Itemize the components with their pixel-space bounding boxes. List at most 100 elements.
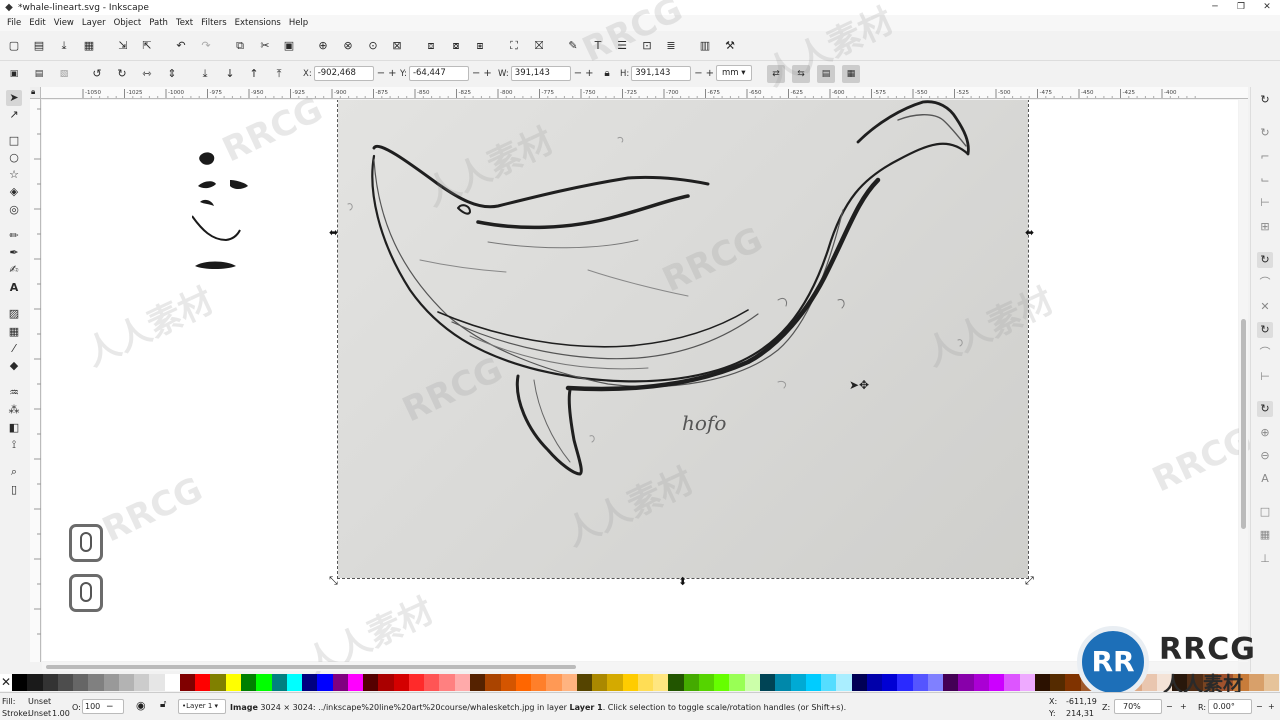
opacity-input[interactable]: 100 bbox=[82, 699, 124, 714]
zoom-tool-icon[interactable]: ⌕ bbox=[6, 464, 22, 480]
snap-object-centers-icon[interactable]: ⊕ bbox=[1257, 425, 1273, 441]
tweak-tool-icon[interactable]: ♒ bbox=[6, 385, 22, 401]
color-swatch[interactable] bbox=[637, 674, 654, 691]
xml-editor-icon[interactable]: ⊡ bbox=[639, 38, 655, 54]
h-increment[interactable]: + bbox=[706, 68, 714, 79]
color-swatch[interactable] bbox=[240, 674, 257, 691]
snap-intersections-icon[interactable]: ✕ bbox=[1257, 299, 1273, 315]
color-swatch[interactable] bbox=[469, 674, 486, 691]
select-original-icon[interactable]: ⧆ bbox=[472, 38, 488, 54]
color-swatch[interactable] bbox=[531, 674, 547, 691]
color-swatch[interactable] bbox=[973, 674, 989, 691]
color-swatch[interactable] bbox=[1050, 674, 1066, 691]
color-swatch[interactable] bbox=[210, 674, 226, 691]
ungroup-icon[interactable]: ⛝ bbox=[531, 38, 547, 54]
color-swatch[interactable] bbox=[12, 674, 28, 691]
rectangle-tool-icon[interactable]: □ bbox=[6, 133, 22, 149]
x-input[interactable]: -902,468 bbox=[313, 66, 374, 81]
color-swatch[interactable] bbox=[1019, 674, 1035, 691]
color-swatch[interactable] bbox=[805, 674, 822, 691]
new-document-icon[interactable]: ▢ bbox=[6, 38, 22, 54]
w-increment[interactable]: + bbox=[585, 68, 593, 79]
color-swatch[interactable] bbox=[851, 674, 867, 691]
mesh-tool-icon[interactable]: ▦ bbox=[6, 324, 22, 340]
eraser-tool-icon[interactable]: ◧ bbox=[6, 420, 22, 436]
vertical-scroll-thumb[interactable] bbox=[1241, 319, 1246, 529]
star-tool-icon[interactable]: ☆ bbox=[6, 167, 22, 183]
color-swatch[interactable] bbox=[485, 674, 501, 691]
menu-help[interactable]: Help bbox=[285, 15, 312, 31]
color-swatch[interactable] bbox=[332, 674, 348, 691]
snap-bbox-corners-icon[interactable]: ⌙ bbox=[1257, 172, 1273, 188]
mouth-shape[interactable] bbox=[200, 199, 214, 206]
color-swatch[interactable] bbox=[347, 674, 364, 691]
menu-extensions[interactable]: Extensions bbox=[231, 15, 285, 31]
spiral-tool-icon[interactable]: ◎ bbox=[6, 202, 22, 218]
menu-layer[interactable]: Layer bbox=[78, 15, 110, 31]
color-swatch[interactable] bbox=[439, 674, 455, 691]
color-swatch[interactable] bbox=[607, 674, 623, 691]
snap-rotation-centers-icon[interactable]: ⊖ bbox=[1257, 448, 1273, 464]
snap-paths-icon[interactable]: ⌒ bbox=[1257, 275, 1273, 291]
horizontal-ruler[interactable]: -1050 -1025 -1000 -975 -950 -925 -900 -875 -850 -… bbox=[41, 87, 1248, 99]
color-swatch[interactable] bbox=[317, 674, 333, 691]
color-swatch[interactable] bbox=[393, 674, 409, 691]
y-decrement[interactable]: − bbox=[472, 68, 480, 79]
snap-grid-icon[interactable]: ▦ bbox=[1257, 527, 1273, 543]
color-swatch[interactable] bbox=[729, 674, 745, 691]
menu-filters[interactable]: Filters bbox=[197, 15, 230, 31]
color-swatch[interactable] bbox=[683, 674, 699, 691]
y-increment[interactable]: + bbox=[483, 68, 491, 79]
color-swatch[interactable] bbox=[225, 674, 241, 691]
connector-tool-icon[interactable]: ⟟ bbox=[6, 437, 22, 453]
fill-stroke-icon[interactable]: ✎ bbox=[565, 38, 581, 54]
color-swatch[interactable] bbox=[179, 674, 196, 691]
snap-guides-icon[interactable]: ⊥ bbox=[1257, 551, 1273, 567]
color-swatch[interactable] bbox=[714, 674, 730, 691]
cut-icon[interactable]: ✂ bbox=[257, 38, 273, 54]
zoom-drawing-icon[interactable]: ⊗ bbox=[340, 38, 356, 54]
snap-bbox-edges-icon[interactable]: ⌐ bbox=[1257, 149, 1273, 165]
unlink-clone-icon[interactable]: ⧇ bbox=[448, 38, 464, 54]
ellipse-tool-icon[interactable]: ○ bbox=[6, 150, 22, 166]
menu-text[interactable]: Text bbox=[172, 15, 197, 31]
menu-file[interactable]: File bbox=[3, 15, 25, 31]
extracted-shapes[interactable] bbox=[192, 150, 252, 275]
layer-visibility-icon[interactable]: ◉ bbox=[136, 699, 146, 712]
document-properties-icon[interactable]: ▥ bbox=[697, 38, 713, 54]
color-swatch[interactable] bbox=[821, 674, 837, 691]
fin-shape-left[interactable] bbox=[198, 181, 216, 189]
color-swatch[interactable] bbox=[88, 674, 104, 691]
fill-value[interactable]: Unset bbox=[28, 697, 51, 706]
color-swatch[interactable] bbox=[866, 674, 883, 691]
color-swatch[interactable] bbox=[653, 674, 669, 691]
open-file-icon[interactable]: ▤ bbox=[31, 38, 47, 54]
color-swatch[interactable] bbox=[302, 674, 318, 691]
snap-nodes-icon[interactable]: ↻ bbox=[1257, 252, 1273, 268]
color-swatch[interactable] bbox=[286, 674, 303, 691]
raise-top-icon[interactable]: ⤒ bbox=[271, 66, 287, 82]
color-swatch[interactable] bbox=[195, 674, 211, 691]
color-swatch[interactable] bbox=[546, 674, 562, 691]
scale-handle-bottom[interactable]: ⬍ bbox=[678, 576, 687, 587]
flip-horizontal-icon[interactable]: ⇿ bbox=[139, 66, 155, 82]
move-patterns-icon[interactable]: ▦ bbox=[842, 65, 860, 83]
scale-stroke-icon[interactable]: ⇄ bbox=[767, 65, 785, 83]
duplicate-icon[interactable]: ⧉ bbox=[232, 38, 248, 54]
minimize-button[interactable]: ─ bbox=[1202, 0, 1228, 15]
move-gradients-icon[interactable]: ▤ bbox=[817, 65, 835, 83]
color-swatch[interactable] bbox=[882, 674, 898, 691]
redo-icon[interactable]: ↷ bbox=[198, 38, 214, 54]
stroke-width-value[interactable]: 1.00 bbox=[52, 709, 70, 718]
x-increment[interactable]: + bbox=[388, 68, 396, 79]
import-icon[interactable]: ⇲ bbox=[115, 38, 131, 54]
w-decrement[interactable]: − bbox=[574, 68, 582, 79]
color-swatch[interactable] bbox=[271, 674, 287, 691]
horizontal-scrollbar[interactable] bbox=[42, 662, 1238, 671]
measure-tool-icon[interactable]: ▯ bbox=[6, 482, 22, 498]
rotate-decrement[interactable]: − bbox=[1256, 702, 1263, 711]
snap-enable-icon[interactable]: ↻ bbox=[1257, 92, 1273, 108]
color-swatch[interactable] bbox=[927, 674, 944, 691]
opacity-decrement[interactable]: − bbox=[106, 702, 114, 712]
color-swatch[interactable] bbox=[164, 674, 180, 691]
